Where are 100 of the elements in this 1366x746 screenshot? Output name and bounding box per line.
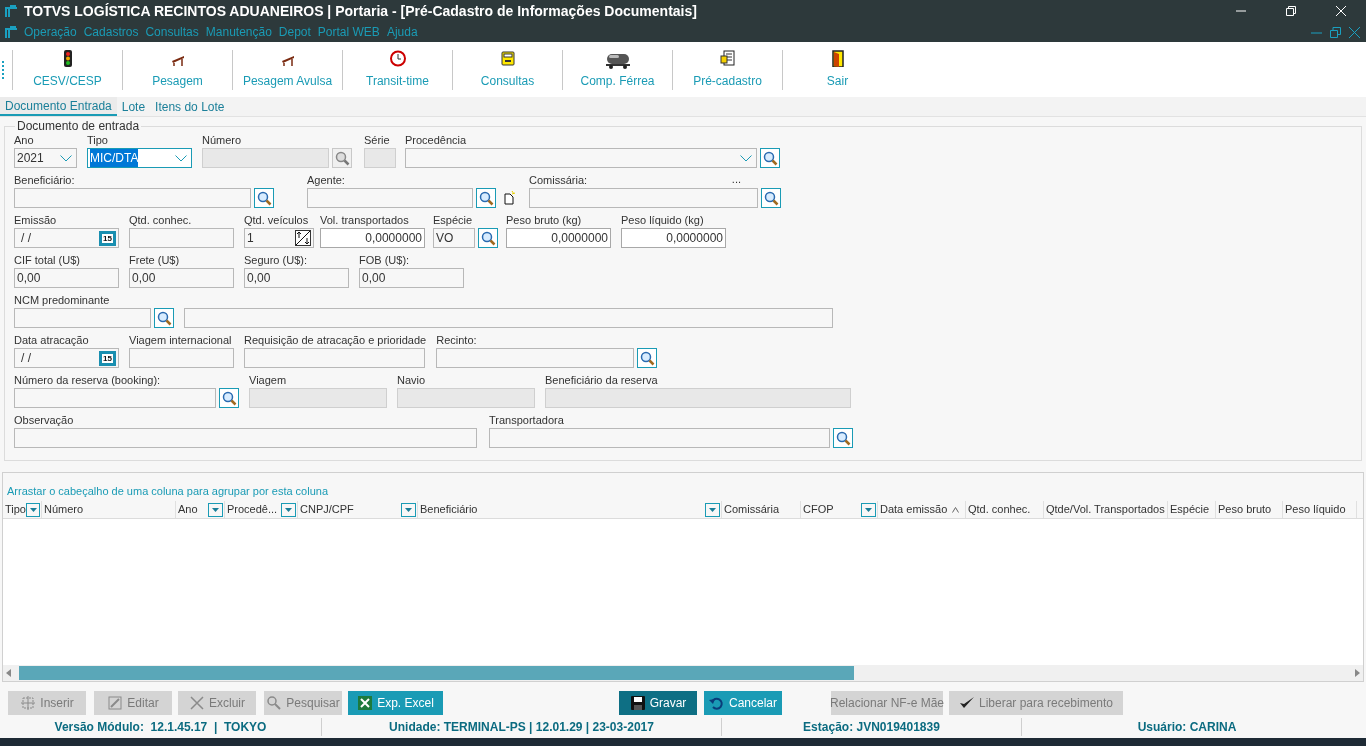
field-label: Procedência <box>405 134 467 147</box>
filter-button[interactable] <box>705 502 720 517</box>
field-label: Qtd. conhec. <box>129 214 192 227</box>
spin-field[interactable]: 1 <box>244 228 314 248</box>
new-document-icon[interactable] <box>502 191 516 205</box>
column-header[interactable]: Beneficiário <box>418 501 722 518</box>
status-text: Estação: JVN019401839 <box>803 719 940 736</box>
input-field[interactable] <box>184 308 833 328</box>
status-text: Usuário: CARINA <box>1137 719 1237 736</box>
column-header[interactable]: Peso líquido <box>1283 501 1357 518</box>
column-header[interactable]: Qtde/Vol. Transportados <box>1044 501 1168 518</box>
column-header[interactable]: Comissária <box>722 501 801 518</box>
search-button[interactable] <box>637 348 658 368</box>
field-label: Frete (U$) <box>129 254 180 267</box>
search-button[interactable] <box>760 148 780 168</box>
spin-icon[interactable] <box>295 230 311 246</box>
column-header[interactable]: Qtd. conhec. <box>966 501 1044 518</box>
column-header[interactable]: CNPJ/CPF <box>298 501 418 518</box>
filter-button[interactable] <box>26 502 40 517</box>
input-field[interactable]: 0,00 <box>244 268 349 288</box>
input-field[interactable] <box>436 348 635 368</box>
edit-icon <box>107 695 124 711</box>
toolbar-grip-icon <box>2 60 5 79</box>
input-field[interactable] <box>529 188 758 208</box>
field-label: Viagem <box>249 374 287 387</box>
input-field[interactable] <box>307 188 473 208</box>
search-button[interactable] <box>478 228 498 248</box>
input-field[interactable] <box>14 388 216 408</box>
filter-button[interactable] <box>861 502 876 517</box>
column-header[interactable]: CFOP <box>801 501 878 518</box>
tab[interactable]: Documento Entrada <box>0 97 117 116</box>
input-field[interactable]: 0,00 <box>14 268 119 288</box>
search-button[interactable] <box>476 188 496 208</box>
menu-item[interactable]: Portal WEB <box>317 23 380 41</box>
field-label: Navio <box>397 374 426 387</box>
column-header[interactable]: Ano <box>176 501 225 518</box>
chevron-down-icon <box>175 154 187 162</box>
input-field[interactable]: 0,00 <box>359 268 464 288</box>
tray-icon <box>499 49 516 67</box>
field-label: FOB (U$): <box>359 254 410 267</box>
menu-item[interactable]: Ajuda <box>386 23 418 41</box>
input-field[interactable] <box>14 428 477 448</box>
column-header[interactable]: Data emissão <box>878 501 966 518</box>
scroll-right-icon[interactable] <box>1354 669 1360 677</box>
calendar-button[interactable]: 15 <box>99 230 116 246</box>
tab[interactable]: Itens do Lote <box>150 97 230 116</box>
column-header[interactable]: Número <box>42 501 176 518</box>
input-field[interactable] <box>129 228 234 248</box>
menu-item[interactable]: Cadastros <box>83 23 139 41</box>
input-field[interactable] <box>129 348 234 368</box>
column-header[interactable]: Espécie <box>1168 501 1216 518</box>
input-field[interactable]: 0,0000000 <box>320 228 425 248</box>
caret-down-icon <box>865 507 872 512</box>
calendar-button[interactable]: 15 <box>99 350 116 366</box>
scrollbar[interactable] <box>3 665 1363 681</box>
dropdown[interactable]: MIC/DTA <box>87 148 192 168</box>
date-field[interactable]: / / 15 <box>14 228 119 248</box>
input-field[interactable]: 0,0000000 <box>506 228 611 248</box>
field-label: Número da reserva (booking): <box>14 374 161 387</box>
menu-item[interactable]: Consultas <box>145 23 199 41</box>
scroll-thumb[interactable] <box>19 666 854 680</box>
field-note: ... <box>731 173 741 186</box>
scroll-left-icon[interactable] <box>6 669 12 677</box>
filter-button[interactable] <box>281 502 296 517</box>
tab[interactable]: Lote <box>116 97 151 116</box>
action-button[interactable]: Gravar <box>619 691 697 715</box>
input-field[interactable] <box>14 188 251 208</box>
input-field[interactable] <box>489 428 830 448</box>
search-button[interactable] <box>761 188 781 208</box>
search-button[interactable] <box>219 388 239 408</box>
date-field[interactable]: / / 15 <box>14 348 119 368</box>
input-field[interactable] <box>14 308 151 328</box>
input-field[interactable]: VO <box>433 228 475 248</box>
caret-down-icon <box>29 507 37 512</box>
input-field[interactable] <box>244 348 425 368</box>
input-field[interactable]: 0,0000000 <box>621 228 726 248</box>
dropdown[interactable]: 2021 <box>14 148 77 168</box>
search-icon <box>256 190 272 206</box>
status-text: Versão Módulo: 12.1.45.17 | TOKYO <box>54 719 267 736</box>
document-icon <box>719 49 736 67</box>
field-label: Número <box>202 134 242 147</box>
search-button[interactable] <box>833 428 853 448</box>
field-label: Tipo <box>87 134 108 147</box>
input-field[interactable]: 0,00 <box>129 268 234 288</box>
spreadsheet-icon <box>357 695 374 711</box>
menu-item[interactable]: Manutenção <box>205 23 272 41</box>
status-text: Unidade: TERMINAL-PS | 12.01.29 | 23-03-2017 <box>389 719 654 736</box>
search-icon <box>762 150 778 166</box>
menu-item[interactable]: Operação <box>24 23 77 41</box>
search-icon <box>478 190 494 206</box>
filter-button[interactable] <box>208 502 223 517</box>
search-button[interactable] <box>254 188 274 208</box>
column-header[interactable]: Tipo <box>3 501 42 518</box>
filter-button[interactable] <box>401 502 416 517</box>
field-label: Peso bruto (kg) <box>506 214 582 227</box>
menu-item[interactable]: Depot <box>278 23 311 41</box>
column-header[interactable]: Peso bruto <box>1216 501 1283 518</box>
group-title: Documento de entrada <box>15 119 142 133</box>
search-button[interactable] <box>154 308 174 328</box>
column-header[interactable]: Procedê... <box>225 501 298 518</box>
